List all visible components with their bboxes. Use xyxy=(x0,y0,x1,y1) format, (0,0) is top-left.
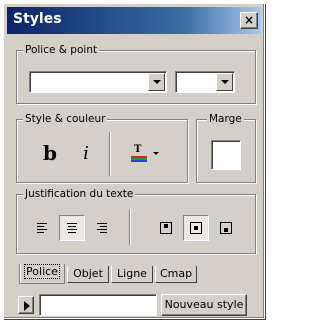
align-left-icon xyxy=(37,223,47,233)
tab-police-label: Police xyxy=(24,264,60,279)
title-bar: Styles × xyxy=(7,7,261,34)
new-style-button[interactable]: Nouveau style xyxy=(161,294,247,316)
style-couleur-group: Style & couleur b i T xyxy=(16,112,188,183)
tab-police[interactable]: Police xyxy=(19,264,65,284)
separator xyxy=(129,209,131,245)
police-point-legend: Police & point xyxy=(23,43,100,57)
valign-top-icon xyxy=(160,222,172,234)
valign-bottom-button[interactable] xyxy=(213,215,239,241)
size-select[interactable] xyxy=(175,71,235,93)
italic-label: i xyxy=(83,142,89,164)
new-style-label: Nouveau style xyxy=(164,298,244,311)
tab-objet-label: Objet xyxy=(73,267,103,280)
close-icon: × xyxy=(243,13,255,27)
tab-objet[interactable]: Objet xyxy=(67,266,109,283)
valign-bottom-icon xyxy=(220,222,232,234)
justification-group: Justification du texte xyxy=(16,187,256,254)
police-point-group: Police & point xyxy=(16,43,256,104)
align-left-button[interactable] xyxy=(29,215,55,241)
align-right-button[interactable] xyxy=(89,215,115,241)
chevron-down-icon xyxy=(153,151,159,155)
font-dropdown-arrow-icon[interactable] xyxy=(148,73,165,91)
margin-input[interactable] xyxy=(211,140,241,170)
align-center-icon xyxy=(67,223,77,233)
tab-ligne[interactable]: Ligne xyxy=(111,266,153,283)
valign-middle-button[interactable] xyxy=(183,215,209,241)
marge-legend: Marge xyxy=(207,112,244,126)
window-title: Styles xyxy=(13,11,62,27)
valign-top-button[interactable] xyxy=(153,215,179,241)
tab-cmap-label: Cmap xyxy=(159,267,193,280)
close-button[interactable]: × xyxy=(240,12,258,29)
style-couleur-legend: Style & couleur xyxy=(23,112,108,126)
text-color-label: T xyxy=(134,144,142,155)
expand-button[interactable] xyxy=(18,296,34,314)
align-right-icon xyxy=(97,223,107,233)
justification-legend: Justification du texte xyxy=(23,187,136,201)
tab-ligne-label: Ligne xyxy=(117,267,147,280)
valign-middle-icon xyxy=(190,222,202,234)
tab-cmap[interactable]: Cmap xyxy=(155,266,197,283)
play-icon xyxy=(24,301,30,311)
marge-group: Marge xyxy=(196,112,256,183)
size-dropdown-arrow-icon[interactable] xyxy=(216,73,233,91)
italic-button[interactable]: i xyxy=(73,140,99,166)
align-center-button[interactable] xyxy=(59,215,85,241)
font-select[interactable] xyxy=(29,71,167,93)
text-color-icon: T xyxy=(131,144,147,162)
separator xyxy=(109,132,111,176)
text-color-button[interactable]: T xyxy=(125,140,165,166)
style-name-field[interactable] xyxy=(39,294,157,316)
styles-window: Styles × Police & point Style & couleur … xyxy=(3,3,265,319)
bold-label: b xyxy=(43,141,57,165)
bold-button[interactable]: b xyxy=(37,140,63,166)
